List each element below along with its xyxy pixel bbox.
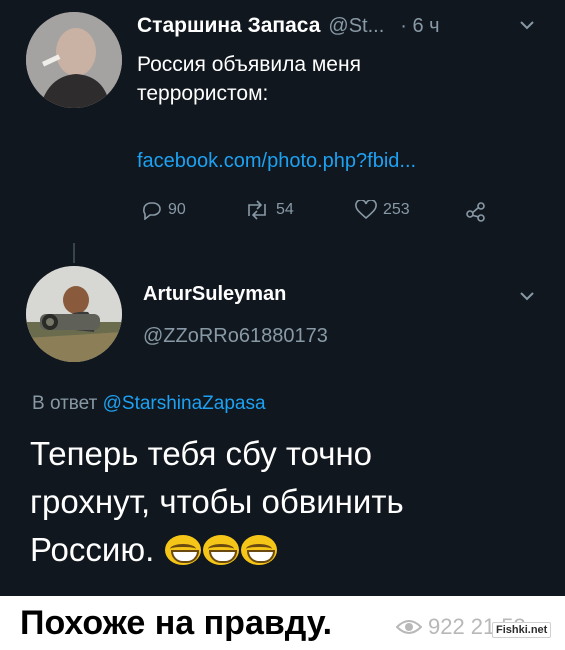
reply-author-avatar[interactable] [26,266,122,362]
share-icon[interactable] [465,200,487,227]
grinning-emoji-icon [165,535,202,565]
tweet-text-line: Россия объявила меня [137,53,361,76]
reply-text-line-3: Россию. [30,526,404,574]
tweet-screenshot: Старшина Запаса @St... · 6 ч Россия объя… [0,0,565,596]
heart-icon [355,200,377,220]
retweet-icon [248,200,266,220]
like-count: 253 [383,201,410,218]
tweet-text: Россия объявила меня террористом: [137,50,361,108]
reply-menu-chevron-icon[interactable] [519,289,535,307]
retweet-action[interactable]: 54 [244,200,294,220]
reply-text-line: грохнут, чтобы обвинить [30,483,404,520]
eye-icon [396,620,422,634]
tweet-text-line: террористом: [137,82,269,105]
post-caption: Похоже на правду. [20,604,333,642]
reply-prefix: В ответ [32,393,98,414]
watermark: Fishki.net [492,622,552,638]
like-action[interactable]: 253 [355,200,410,220]
views-count: 922 [428,614,465,639]
grinning-emoji-icon [203,535,240,565]
reply-author-handle[interactable]: @ZZoRRo61880173 [143,325,328,348]
author-handle[interactable]: @St... [328,15,384,38]
thread-connector [73,243,75,263]
reply-icon [143,202,161,220]
tweet-link[interactable]: facebook.com/photo.php?fbid... [137,150,416,173]
tweet-menu-chevron-icon[interactable] [519,18,535,36]
reply-action[interactable]: 90 [140,200,186,220]
reply-to-handle[interactable]: @StarshinaZapasa [103,393,266,414]
tweet-time[interactable]: · 6 ч [400,15,439,38]
author-name[interactable]: Старшина Запаса [137,14,320,38]
reply-author-name[interactable]: ArturSuleyman [143,283,286,306]
author-avatar[interactable] [26,12,122,108]
reply-text-line: Теперь тебя сбу точно [30,435,373,472]
grinning-emoji-icon [241,535,278,565]
reply-text-line: Россию. [30,531,155,568]
reply-count: 90 [168,201,186,218]
reply-text: Теперь тебя сбу точно грохнут, чтобы обв… [30,430,404,574]
reply-context: В ответ @StarshinaZapasa [32,393,266,415]
retweet-count: 54 [276,201,294,218]
